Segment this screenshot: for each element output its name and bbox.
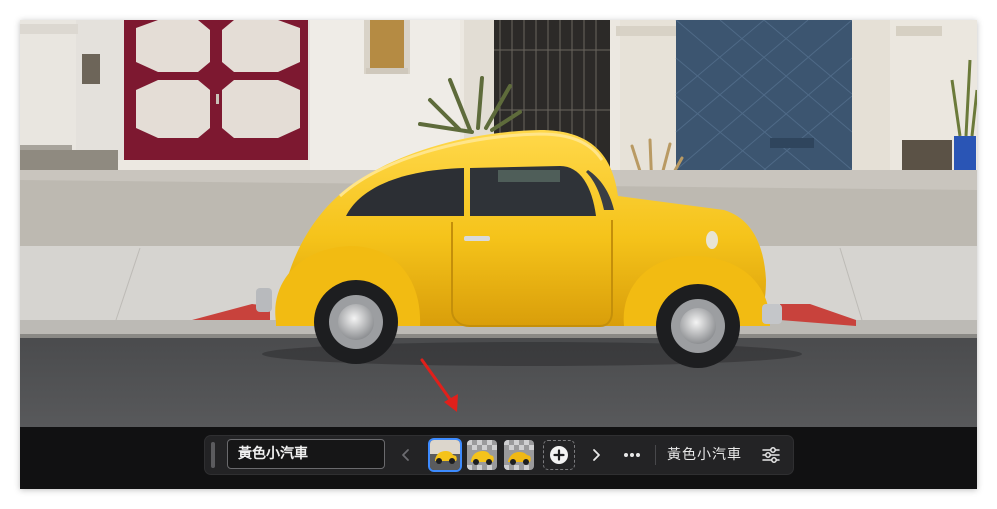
next-variation-button[interactable]	[585, 442, 607, 468]
more-options-button[interactable]	[617, 442, 647, 468]
sliders-icon	[762, 447, 780, 463]
add-variation-button[interactable]	[543, 440, 575, 470]
contextual-taskbar: 黃色小汽車 黃色小汽車	[205, 436, 793, 474]
prompt-input[interactable]: 黃色小汽車	[227, 439, 385, 469]
car-thumbnail-icon	[467, 440, 497, 470]
toolbar-divider	[655, 445, 656, 465]
variation-thumbnail-2[interactable]	[467, 440, 497, 470]
image-canvas[interactable]	[20, 20, 977, 427]
app-window: 黃色小汽車 黃色小汽車	[20, 20, 977, 489]
variation-thumbnail-3[interactable]	[504, 440, 534, 470]
bottom-bar: 黃色小汽車 黃色小汽車	[20, 427, 977, 489]
drag-handle-icon[interactable]	[211, 442, 215, 468]
chevron-left-icon	[402, 449, 409, 461]
plus-circle-icon	[550, 446, 568, 464]
layer-name-label[interactable]: 黃色小汽車	[667, 436, 742, 474]
car-thumbnail-icon	[504, 440, 534, 470]
chevron-right-icon	[593, 449, 600, 461]
previous-variation-button[interactable]	[395, 442, 417, 468]
properties-button[interactable]	[758, 442, 784, 468]
more-horizontal-icon	[624, 453, 640, 457]
car-thumbnail-icon	[430, 440, 460, 470]
variation-thumbnail-1[interactable]	[430, 440, 460, 470]
